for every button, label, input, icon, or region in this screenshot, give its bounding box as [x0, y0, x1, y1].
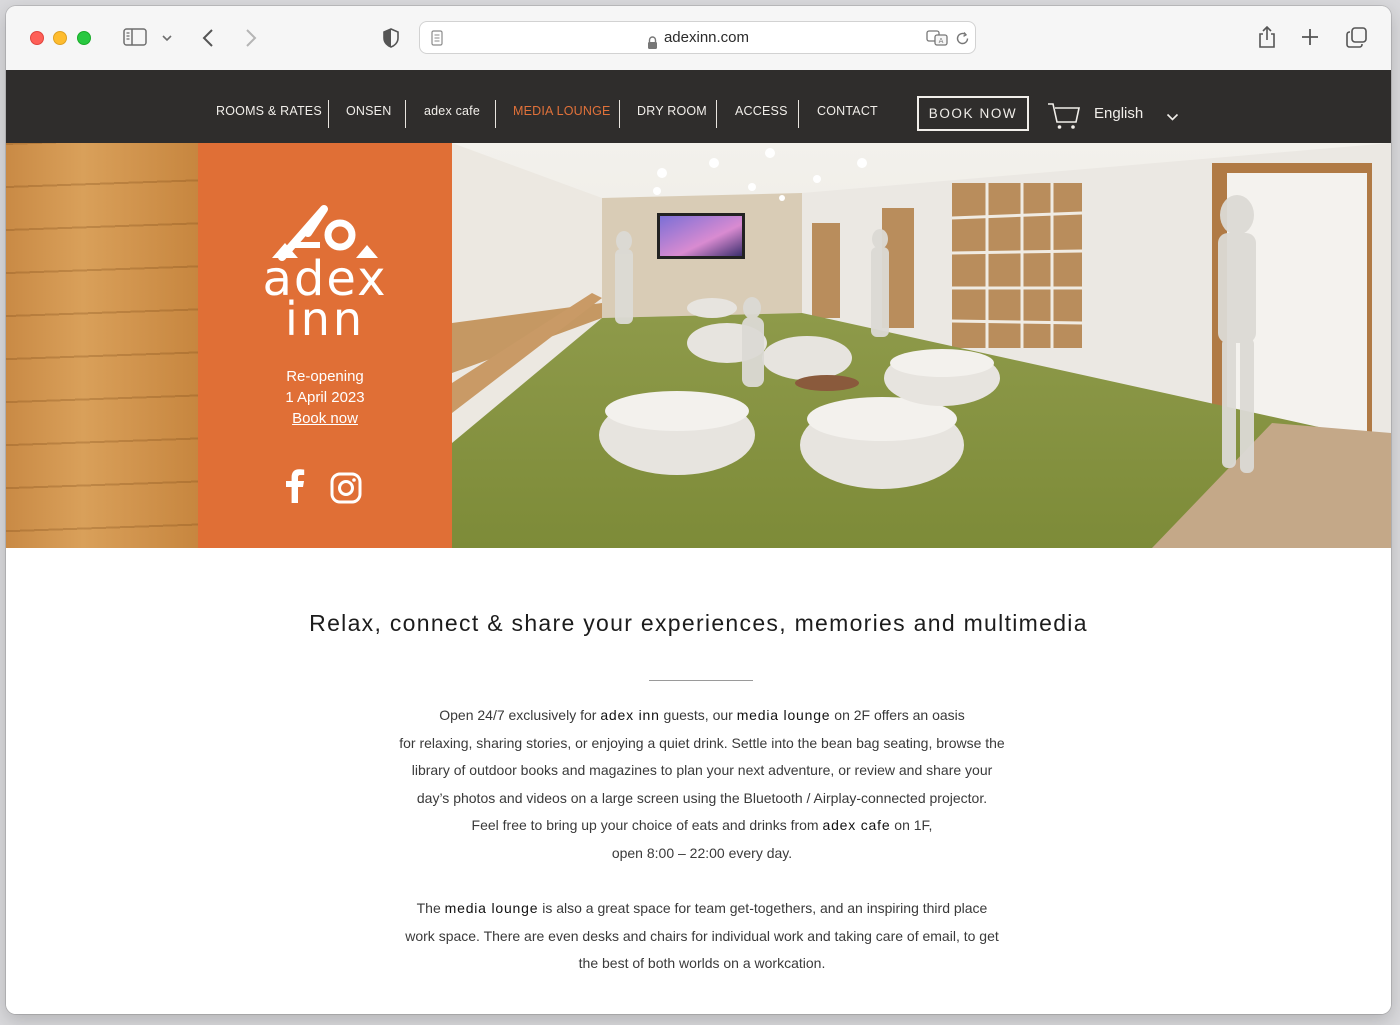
nav-adex-cafe[interactable]: adex cafe: [424, 70, 480, 143]
nav-contact[interactable]: CONTACT: [817, 70, 878, 143]
highlighted-term: media lounge: [444, 900, 539, 916]
site-navigation: ROOMS & RATES ONSEN adex cafe MEDIA LOUN…: [6, 70, 1391, 143]
tab-overview-icon[interactable]: [1344, 25, 1368, 49]
main-content: Relax, connect & share your experiences,…: [6, 548, 1391, 1014]
minimize-window-button[interactable]: [53, 31, 67, 45]
nav-separator: [798, 100, 799, 128]
page-headline: Relax, connect & share your experiences,…: [309, 610, 1088, 636]
brand-panel: adex inn Re-opening 1 April 2023 Book no…: [198, 143, 452, 548]
language-selector[interactable]: English: [1094, 96, 1143, 131]
cart-icon[interactable]: [1046, 100, 1082, 132]
book-now-link[interactable]: Book now: [198, 410, 452, 427]
zoom-window-button[interactable]: [77, 31, 91, 45]
instagram-icon[interactable]: [329, 472, 363, 506]
divider: [649, 680, 753, 681]
language-label: English: [1094, 105, 1144, 122]
address-bar[interactable]: adexinn.com A: [419, 21, 976, 54]
hero-banner: adex inn Re-opening 1 April 2023 Book no…: [6, 143, 1391, 548]
lock-icon: [646, 30, 660, 50]
reopening-date: 1 April 2023: [285, 389, 365, 406]
translate-icon[interactable]: A: [925, 28, 949, 48]
nav-onsen[interactable]: ONSEN: [346, 70, 391, 143]
close-window-button[interactable]: [30, 31, 44, 45]
svg-text:A: A: [939, 37, 944, 45]
highlighted-term: adex inn: [600, 707, 660, 723]
url-label: adexinn.com: [663, 29, 750, 46]
book-now-button[interactable]: BOOK NOW: [917, 96, 1029, 131]
logo-text-inn: inn: [284, 292, 366, 346]
nav-media-lounge[interactable]: MEDIA LOUNGE: [513, 70, 611, 143]
highlighted-term: media lounge: [736, 707, 831, 723]
nav-separator: [619, 100, 620, 128]
nav-separator: [716, 100, 717, 128]
media-lounge-photo: [452, 143, 1391, 548]
nav-access[interactable]: ACCESS: [735, 70, 788, 143]
nav-separator: [405, 100, 406, 128]
reload-icon[interactable]: [953, 29, 971, 47]
nav-separator: [328, 100, 329, 128]
nav-rooms-rates[interactable]: ROOMS & RATES: [216, 70, 322, 143]
facebook-icon[interactable]: [284, 469, 306, 503]
share-icon[interactable]: [1255, 24, 1279, 50]
highlighted-term: adex cafe: [822, 817, 891, 833]
intro-paragraph: Open 24/7 exclusively for adex inn guest…: [399, 707, 1005, 861]
privacy-shield-icon[interactable]: [380, 26, 402, 50]
nav-dry-room[interactable]: DRY ROOM: [637, 70, 707, 143]
browser-toolbar: adexinn.com A: [6, 6, 1391, 71]
new-tab-icon[interactable]: [1299, 26, 1321, 48]
nav-separator: [495, 100, 496, 128]
forward-arrow-icon[interactable]: [241, 26, 261, 50]
chevron-down-icon[interactable]: [1164, 110, 1180, 124]
back-arrow-icon[interactable]: [198, 26, 218, 50]
wood-wall-image: [6, 143, 198, 548]
team-paragraph: The media lounge is also a great space f…: [405, 900, 999, 971]
browser-window: adexinn.com A ROOMS & RATES ONSEN adex c…: [6, 6, 1391, 1014]
chevron-down-icon[interactable]: [159, 30, 175, 46]
url-text[interactable]: adexinn.com: [420, 22, 975, 53]
reopening-text: Re-opening: [286, 368, 364, 385]
sidebar-toggle-icon[interactable]: [122, 26, 148, 48]
